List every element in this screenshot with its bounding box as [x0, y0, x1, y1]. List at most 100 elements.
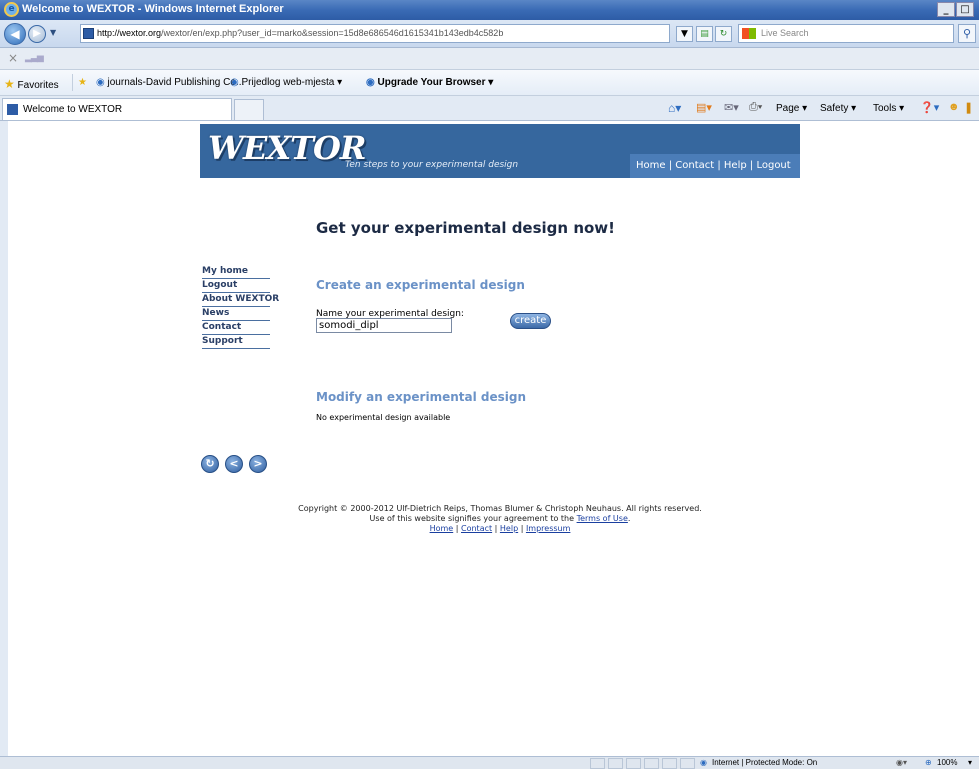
sidenav-item-contact[interactable]: Contact: [202, 321, 270, 335]
divider: [72, 74, 73, 91]
close-toolbar-icon[interactable]: ×: [8, 51, 18, 65]
minimize-button[interactable]: _: [937, 2, 955, 17]
nav-contact[interactable]: Contact: [675, 160, 714, 171]
help-icon[interactable]: ❓▾: [920, 101, 939, 114]
terms-of-use-link[interactable]: Terms of Use: [577, 514, 628, 523]
copyright-text: Copyright © 2000-2012 Ulf-Dietrich Reips…: [298, 504, 702, 513]
favorites-bar: ★ Favorites ★ ◉ journals-David Publishin…: [0, 70, 979, 96]
site-favicon-icon: [83, 28, 94, 39]
extra-toolbar: × ▂▃▅: [0, 48, 979, 70]
footer-separator: |: [492, 524, 500, 533]
reload-icon[interactable]: ↻: [201, 455, 219, 473]
addon-icon[interactable]: ❚: [964, 101, 973, 114]
nav-separator: |: [714, 160, 724, 171]
footer-impressum-link[interactable]: Impressum: [526, 524, 570, 533]
back-button[interactable]: ◀: [4, 23, 26, 45]
status-bar: ◉ Internet | Protected Mode: On ◉▾ ⊕ 100…: [0, 756, 979, 769]
favorite-item-label: Upgrade Your Browser ▾: [377, 77, 494, 88]
footer-contact-link[interactable]: Contact: [461, 524, 492, 533]
refresh-icon[interactable]: ↻: [715, 26, 732, 42]
window-title: Welcome to WEXTOR - Windows Internet Exp…: [22, 3, 284, 15]
sidenav-item-about[interactable]: About WEXTOR: [202, 293, 279, 307]
page-title: Get your experimental design now!: [316, 219, 615, 237]
favorite-item-prijedlog[interactable]: ◉ Prijedlog web-mjesta ▾: [230, 77, 342, 88]
page-viewport: [0, 121, 979, 756]
feeds-icon[interactable]: ▤▾: [696, 101, 712, 114]
terms-prefix: Use of this website signifies your agree…: [369, 514, 577, 523]
modify-section-title: Modify an experimental design: [316, 390, 526, 404]
window-titlebar: e Welcome to WEXTOR - Windows Internet E…: [0, 0, 979, 20]
footer-home-link[interactable]: Home: [430, 524, 454, 533]
page-menu[interactable]: Page ▾: [776, 103, 807, 114]
nav-separator: |: [746, 160, 757, 171]
side-nav: My home Logout About WEXTOR News Contact…: [202, 265, 279, 349]
back-arrow-icon[interactable]: <: [225, 455, 243, 473]
compatibility-view-icon[interactable]: ▤: [696, 26, 713, 42]
protected-mode-icon[interactable]: ◉▾: [896, 758, 907, 767]
nav-help[interactable]: Help: [724, 160, 747, 171]
sidenav-item-logout[interactable]: Logout: [202, 279, 270, 293]
status-cell: [590, 758, 605, 769]
footer-separator: |: [518, 524, 526, 533]
add-favorite-icon[interactable]: ★: [78, 77, 87, 88]
home-icon[interactable]: ⌂▾: [668, 101, 681, 115]
print-icon[interactable]: ⎙▾: [749, 101, 762, 114]
zoom-level[interactable]: 100%: [937, 758, 957, 767]
maximize-button[interactable]: □: [956, 2, 974, 17]
new-tab-button[interactable]: [234, 99, 264, 120]
recent-pages-dropdown-icon[interactable]: ▼: [50, 28, 56, 37]
sidenav-item-news[interactable]: News: [202, 307, 270, 321]
ie-page-icon: ◉: [366, 77, 375, 88]
sidenav-item-support[interactable]: Support: [202, 335, 270, 349]
nav-home[interactable]: Home: [636, 160, 666, 171]
safety-menu[interactable]: Safety ▾: [820, 103, 856, 114]
search-go-icon[interactable]: ⚲: [958, 24, 976, 43]
tab-title: Welcome to WEXTOR: [23, 104, 123, 115]
nav-separator: |: [665, 160, 676, 171]
site-tagline: Ten steps to your experimental design: [345, 160, 519, 170]
address-input[interactable]: http://wextor.org/wextor/en/exp.php?user…: [80, 24, 670, 43]
security-zone[interactable]: Internet | Protected Mode: On: [712, 758, 817, 767]
favorites-label: Favorites: [17, 80, 59, 91]
design-name-input[interactable]: [316, 318, 452, 333]
address-dropdown-icon[interactable]: ▼: [676, 26, 693, 42]
favorite-item-upgrade[interactable]: ◉ Upgrade Your Browser ▾: [366, 77, 493, 88]
tab-wextor[interactable]: Welcome to WEXTOR: [2, 98, 232, 120]
search-placeholder: Live Search: [761, 28, 809, 38]
tools-menu[interactable]: Tools ▾: [873, 103, 904, 114]
live-search-icon: [742, 28, 756, 39]
top-nav: Home | Contact | Help | Logout: [636, 160, 791, 171]
zoom-icon: ⊕: [925, 758, 932, 767]
sidenav-item-my-home[interactable]: My home: [202, 265, 270, 279]
wextor-logo[interactable]: WEXTOR: [208, 129, 366, 167]
site-favicon-icon: [7, 104, 18, 115]
star-icon: ★: [4, 77, 15, 91]
no-design-message: No experimental design available: [316, 413, 451, 422]
address-toolbar: ◀ ▶ ▼ http://wextor.org/wextor/en/exp.ph…: [0, 20, 979, 48]
status-cell: [608, 758, 623, 769]
research-icon[interactable]: ☻: [948, 101, 960, 113]
footer-help-link[interactable]: Help: [500, 524, 518, 533]
terms-suffix: .: [627, 514, 631, 523]
zoom-dropdown-icon[interactable]: ▾: [968, 758, 972, 767]
url-host: http://wextor.org: [97, 28, 162, 38]
status-cell: [626, 758, 641, 769]
search-input[interactable]: Live Search: [738, 24, 954, 43]
tab-row: Welcome to WEXTOR ⌂▾ ▤▾ ✉▾ ⎙▾ Page ▾ Saf…: [0, 96, 979, 121]
url-path: /wextor/en/exp.php?user_id=marko&session…: [161, 28, 504, 38]
create-button[interactable]: create: [510, 313, 551, 329]
site-banner: WEXTOR Ten steps to your experimental de…: [200, 124, 800, 178]
forward-arrow-icon[interactable]: >: [249, 455, 267, 473]
ie-page-icon: ◉: [96, 77, 105, 88]
favorite-item-journals[interactable]: ◉ journals-David Publishing Co...: [96, 77, 244, 88]
favorites-button[interactable]: ★ Favorites: [4, 77, 59, 91]
nav-logout[interactable]: Logout: [756, 160, 790, 171]
favorite-item-label: Prijedlog web-mjesta ▾: [241, 77, 343, 88]
favorite-item-label: journals-David Publishing Co...: [107, 77, 245, 88]
footer-separator: |: [453, 524, 461, 533]
signal-icon: ▂▃▅: [25, 53, 44, 63]
forward-button[interactable]: ▶: [28, 25, 46, 43]
mail-icon[interactable]: ✉▾: [724, 101, 739, 114]
internet-zone-icon: ◉: [700, 758, 707, 767]
status-cell: [680, 758, 695, 769]
